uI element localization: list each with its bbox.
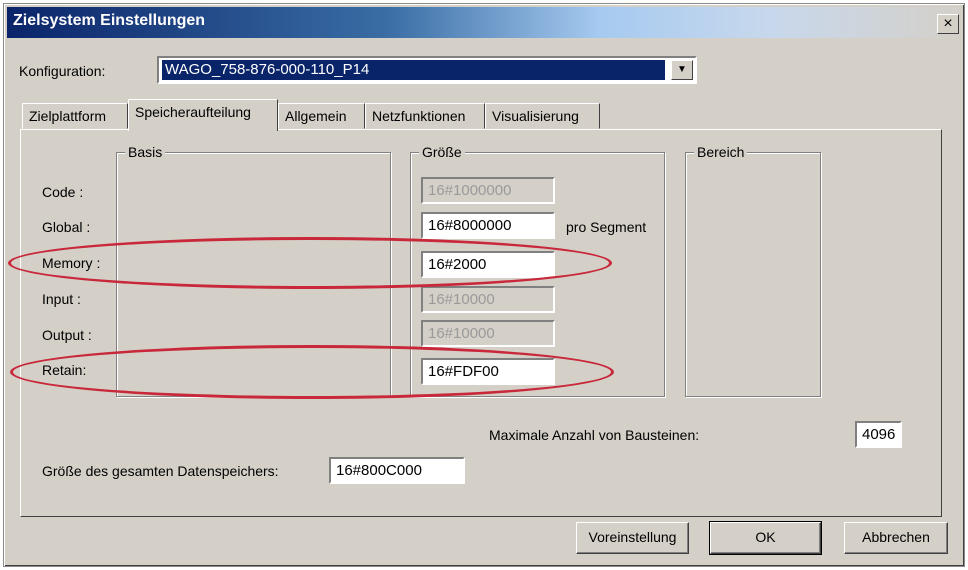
memory-highlight-oval: [8, 237, 612, 289]
tab-allgemein[interactable]: Allgemein: [278, 103, 365, 129]
ok-button[interactable]: OK: [709, 521, 822, 555]
configuration-selected-value: WAGO_758-876-000-110_P14: [162, 60, 665, 80]
tab-speicheraufteilung[interactable]: Speicheraufteilung: [128, 99, 278, 131]
pro-segment-label: pro Segment: [566, 219, 647, 235]
range-group: Bereich: [685, 144, 821, 397]
tab-visualisierung[interactable]: Visualisierung: [485, 103, 600, 129]
total-memory-field: 16#800C000: [329, 457, 465, 484]
global-size-field[interactable]: 16#8000000: [421, 212, 555, 239]
configuration-label: Konfiguration:: [19, 63, 106, 79]
range-group-title: Bereich: [694, 144, 748, 160]
retain-highlight-oval: [10, 345, 614, 399]
input-size-field: 16#10000: [421, 286, 555, 313]
close-icon[interactable]: ×: [937, 14, 959, 34]
max-blocks-field[interactable]: 4096: [855, 421, 902, 448]
configuration-select[interactable]: WAGO_758-876-000-110_P14 ▼: [157, 56, 697, 84]
defaults-button[interactable]: Voreinstellung: [576, 522, 689, 554]
tab-netzfunktionen[interactable]: Netzfunktionen: [365, 103, 485, 129]
code-label: Code :: [42, 184, 84, 200]
input-label: Input :: [42, 291, 81, 307]
size-group-title: Größe: [419, 144, 465, 160]
window-title: Zielsystem Einstellungen: [13, 12, 206, 29]
total-memory-label: Größe des gesamten Datenspeichers:: [42, 463, 279, 479]
output-size-field: 16#10000: [421, 320, 555, 347]
basis-group-title: Basis: [125, 144, 166, 160]
max-blocks-label: Maximale Anzahl von Bausteinen:: [489, 427, 700, 443]
cancel-button[interactable]: Abbrechen: [844, 522, 948, 554]
chevron-down-icon[interactable]: ▼: [671, 60, 693, 80]
global-label: Global :: [42, 219, 91, 235]
tab-zielplattform[interactable]: Zielplattform: [22, 103, 128, 129]
output-label: Output :: [42, 327, 92, 343]
title-bar: Zielsystem Einstellungen ×: [7, 7, 963, 38]
code-size-field: 16#1000000: [421, 177, 555, 204]
